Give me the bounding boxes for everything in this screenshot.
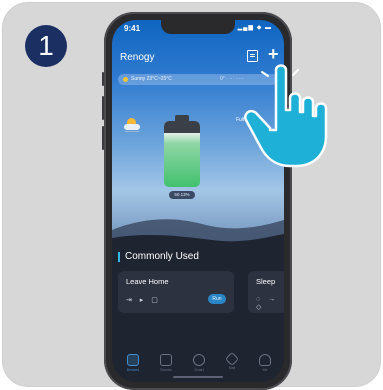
me-icon [259,354,271,366]
phone-side-button [102,126,104,150]
home-indicator [173,376,223,378]
nav-item-scenes[interactable]: Scenes [151,354,181,372]
partly-cloudy-icon [124,118,140,132]
scene-action-icons: ⇥ ▸ ▢ [126,297,161,304]
phone-notch [161,20,235,34]
nav-item-smart[interactable]: Smart [184,354,214,372]
battery-icon [164,121,200,187]
nav-item-mall[interactable]: Mall [217,351,247,370]
status-icons: ▂▄▆ ◆ ▬ [237,25,272,31]
decorative-wave [112,219,284,248]
nav-label: Smart [194,368,204,372]
section-accent-bar [118,252,120,262]
nav-label: Scenes [160,368,172,372]
run-button[interactable]: Run [208,294,226,304]
devices-icon [127,354,139,366]
weather-text: Sunny 23°C~25°C [131,76,172,82]
phone-side-button [102,72,104,86]
plus-icon[interactable]: + [268,45,279,63]
app-title: Renogy [120,52,155,63]
scene-name: Leave Home [126,277,169,286]
scene-tile-sleep[interactable]: Sleep ◌ → ◇ [248,271,284,313]
sun-icon [123,77,128,82]
battery-percentage: 50.13% [169,191,195,199]
nav-item-devices[interactable]: Devices [118,354,148,372]
scenes-icon [160,354,172,366]
scene-name: Sleep [256,277,276,286]
phone-side-button [102,96,104,120]
step-number-badge: 1 [25,25,67,67]
mall-icon [224,351,240,367]
smart-icon [193,354,205,366]
status-time: 9:41 [124,24,141,33]
commonly-used-title: Commonly Used [125,251,199,262]
scene-tile-leave-home[interactable]: Leave Home ⇥ ▸ ▢ Run [118,271,234,313]
pointing-hand-icon [244,64,328,168]
nav-label: Mall [228,366,236,370]
nav-label: Devices [126,368,140,372]
nav-item-me[interactable]: Me [250,354,280,372]
scene-action-icons: ◌ → ◇ [256,296,279,311]
nav-label: Me [262,368,268,372]
document-icon[interactable] [247,50,258,62]
